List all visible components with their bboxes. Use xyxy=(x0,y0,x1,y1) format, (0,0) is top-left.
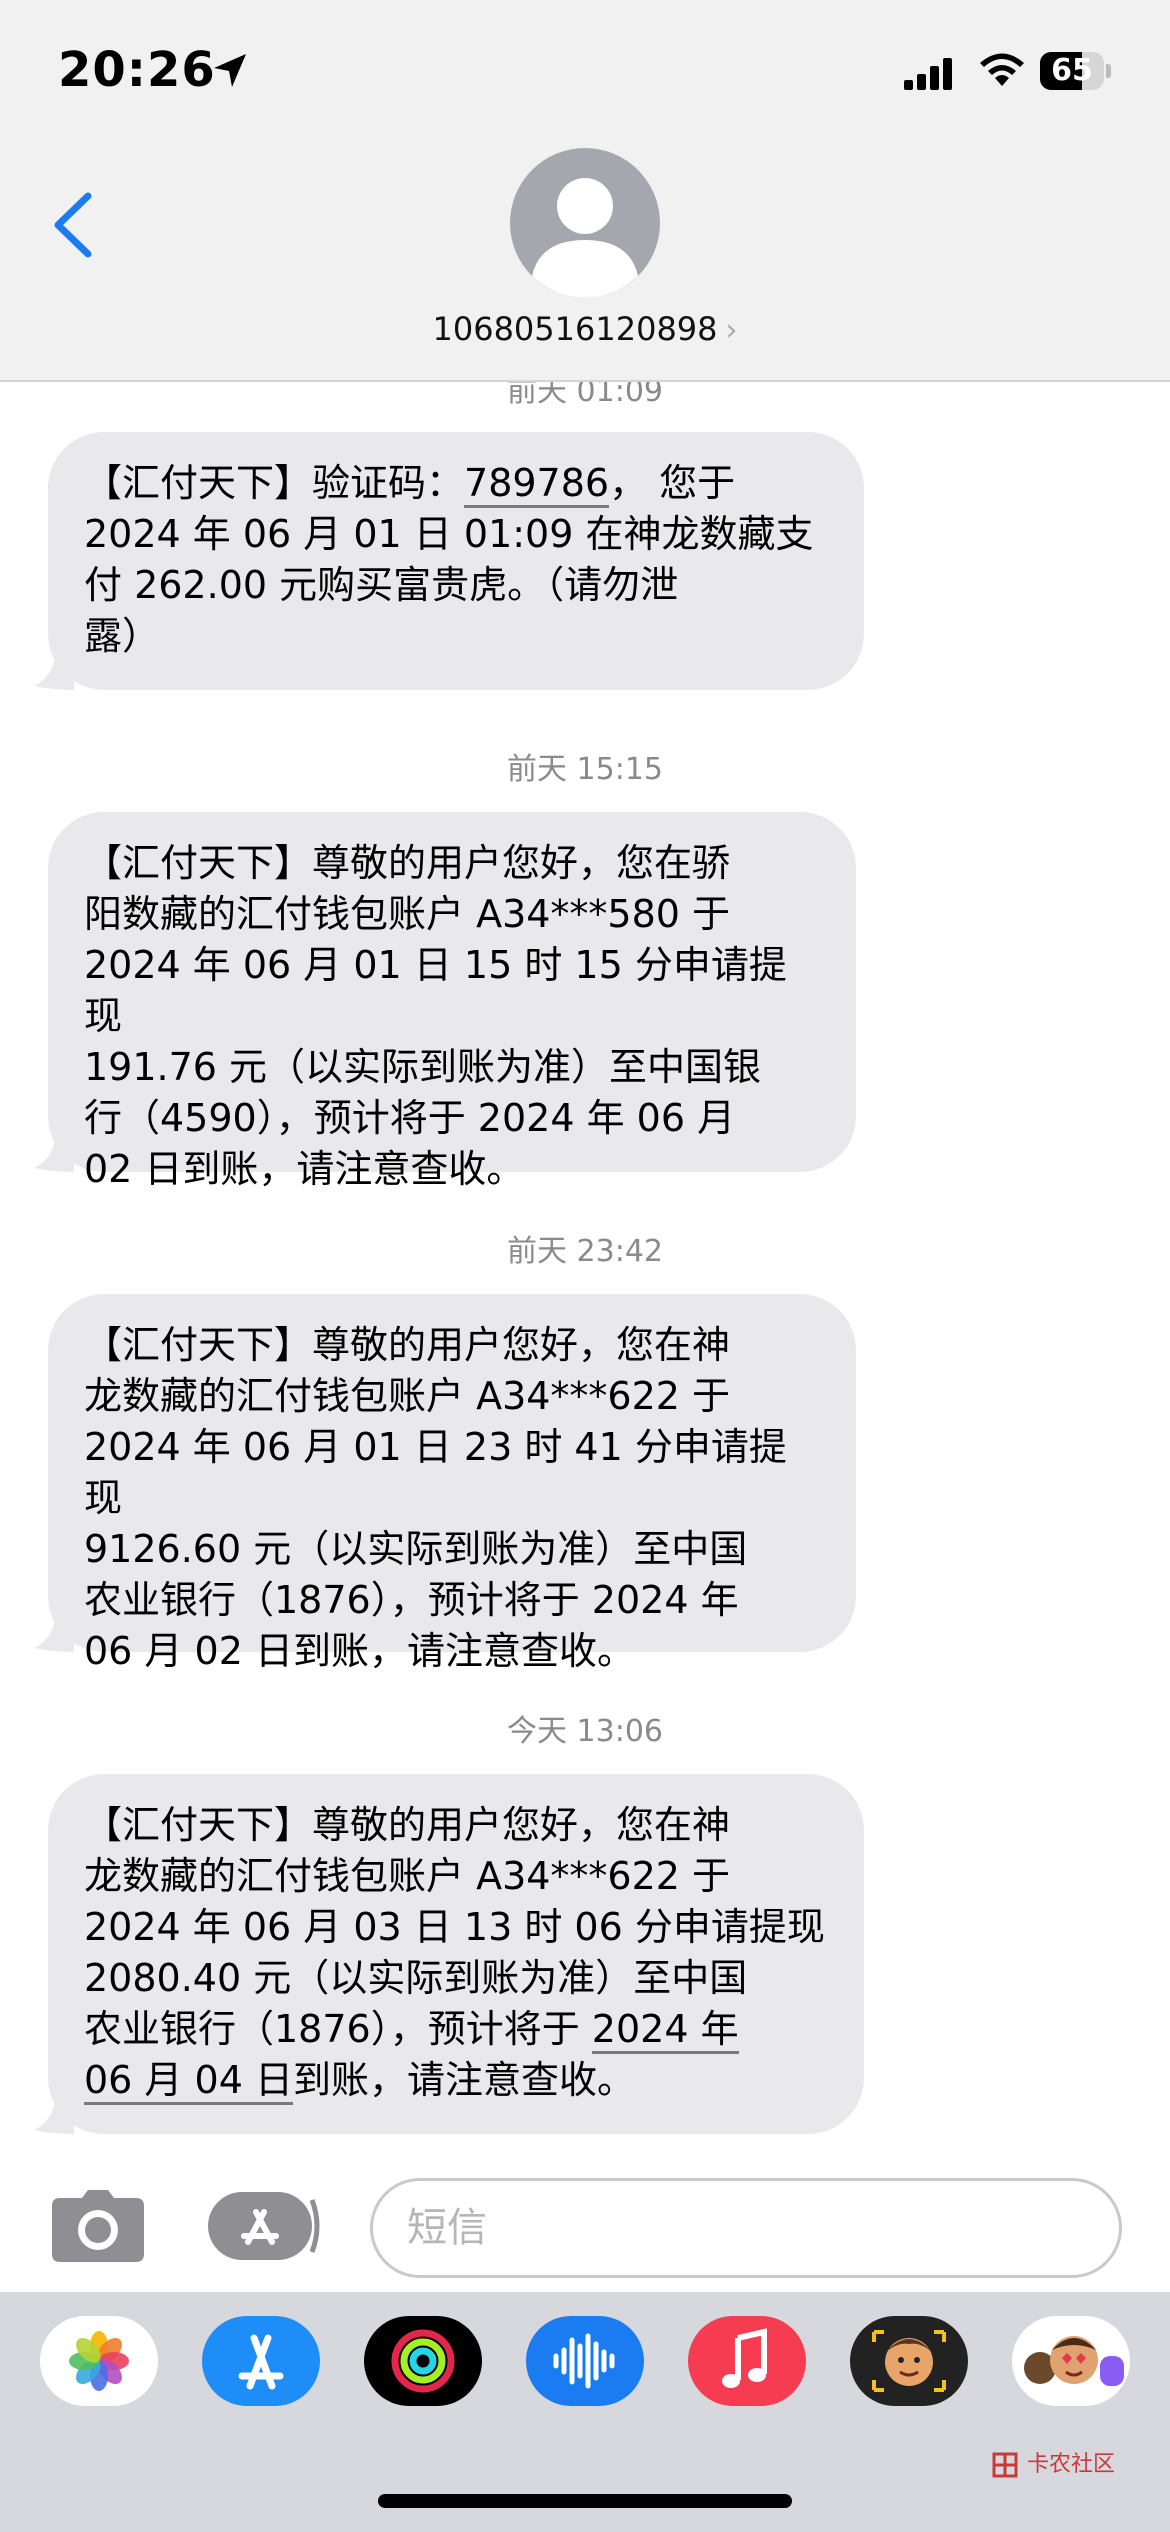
contact-avatar[interactable] xyxy=(510,148,660,298)
photos-icon[interactable] xyxy=(40,2316,158,2406)
message-line: 行（4590），预计将于 2024 年 06 月 xyxy=(84,1096,736,1140)
message-line: 2024 年 06 月 03 日 13 时 06 分申请提现 xyxy=(84,1905,825,1949)
message-line: 付 262.00 元购买富贵虎。（请勿泄 xyxy=(84,563,679,607)
message-line: 191.76 元（以实际到账为准）至中国银 xyxy=(84,1045,762,1089)
contact-name[interactable]: 10680516120898 › xyxy=(0,310,1170,348)
fitness-icon[interactable] xyxy=(364,2316,482,2406)
contact-number[interactable]: 10680516120898 xyxy=(432,310,717,348)
message-input-placeholder: 短信 xyxy=(407,2205,487,2251)
wifi-icon xyxy=(980,53,1024,86)
music-icon[interactable] xyxy=(688,2316,806,2406)
message-line: 2024 年 06 月 01 日 23 时 41 分申请提现 xyxy=(84,1425,787,1520)
message-bubble[interactable]: 【汇付天下】尊敬的用户您好，您在神 龙数藏的汇付钱包账户 A34***622 于… xyxy=(34,1294,856,1673)
message-line: 2024 年 06 月 01 日 01:09 在神龙数藏支 xyxy=(84,512,814,556)
message-line: 农业银行（1876），预计将于 2024 年 xyxy=(84,2004,828,2055)
message-bubble[interactable]: 【汇付天下】尊敬的用户您好，您在神 龙数藏的汇付钱包账户 A34***622 于… xyxy=(34,1774,864,2134)
memoji-stickers-icon[interactable] xyxy=(1012,2316,1130,2406)
bubble-tail xyxy=(34,654,74,690)
message-bubble[interactable]: 【汇付天下】尊敬的用户您好，您在骄 阳数藏的汇付钱包账户 A34***580 于… xyxy=(34,812,856,1191)
watermark: 卡农社区 xyxy=(990,2446,1115,2480)
message-line: 【汇付天下】验证码：789786， 您于 xyxy=(84,458,828,509)
person-silhouette-icon xyxy=(532,178,638,298)
date-link[interactable]: 06 月 04 日 xyxy=(84,2058,293,2105)
home-indicator[interactable] xyxy=(378,2494,792,2508)
verification-code-link[interactable]: 789786 xyxy=(464,461,610,508)
bubble-tail xyxy=(34,1136,74,1172)
message-line: 2080.40 元（以实际到账为准）至中国 xyxy=(84,1956,748,2000)
message-line: 龙数藏的汇付钱包账户 A34***622 于 xyxy=(84,1374,731,1418)
message-line: 9126.60 元（以实际到账为准）至中国 xyxy=(84,1527,748,1571)
message-timestamp: 前天 15:15 xyxy=(507,752,663,787)
audio-icon[interactable] xyxy=(526,2316,644,2406)
message-timestamp: 前天 23:42 xyxy=(507,1234,663,1269)
message-line: 【汇付天下】尊敬的用户您好，您在神 xyxy=(84,1323,731,1367)
message-text: 到账，请注意查收。 xyxy=(292,2058,635,2102)
message-line: 露） xyxy=(84,614,161,658)
message-text: ， 您于 xyxy=(609,461,736,505)
conversation-header: 20:26 65 10680516120898 › xyxy=(0,0,1170,382)
location-arrow-icon xyxy=(214,54,246,87)
message-line: 【汇付天下】尊敬的用户您好，您在神 xyxy=(84,1803,731,1847)
date-link[interactable]: 2024 年 xyxy=(591,2007,739,2054)
cellular-signal-icon xyxy=(904,58,952,90)
message-line: 06 月 04 日到账，请注意查收。 xyxy=(84,2055,828,2106)
battery-icon: 65 xyxy=(1040,52,1111,92)
bubble-tail xyxy=(34,2098,74,2134)
app-store-apps-icon[interactable] xyxy=(208,2190,320,2262)
message-input[interactable]: 短信 xyxy=(370,2178,1122,2278)
app-store-icon[interactable] xyxy=(202,2316,320,2406)
message-line: 02 日到账，请注意查收。 xyxy=(84,1147,525,1191)
watermark-logo-icon xyxy=(992,2452,1018,2478)
message-bubble[interactable]: 【汇付天下】验证码：789786， 您于 2024 年 06 月 01 日 01… xyxy=(34,432,864,690)
message-timestamp: 今天 13:06 xyxy=(507,1714,663,1749)
message-text: 农业银行（1876），预计将于 xyxy=(84,2007,592,2051)
bubble-tail xyxy=(34,1616,74,1652)
watermark-text: 卡农社区 xyxy=(1027,2452,1116,2477)
battery-percent: 65 xyxy=(1051,53,1093,88)
message-text: 【汇付天下】验证码： xyxy=(84,461,465,505)
message-line: 【汇付天下】尊敬的用户您好，您在骄 xyxy=(84,841,731,885)
camera-icon[interactable] xyxy=(52,2190,144,2262)
message-line: 06 月 02 日到账，请注意查收。 xyxy=(84,1629,635,1673)
chevron-right-icon: › xyxy=(725,313,738,348)
message-line: 农业银行（1876），预计将于 2024 年 xyxy=(84,1578,739,1622)
status-time: 20:26 xyxy=(58,42,216,98)
message-line: 阳数藏的汇付钱包账户 A34***580 于 xyxy=(84,892,731,936)
message-line: 2024 年 06 月 01 日 15 时 15 分申请提现 xyxy=(84,943,787,1038)
back-chevron-icon[interactable] xyxy=(48,190,96,260)
message-line: 龙数藏的汇付钱包账户 A34***622 于 xyxy=(84,1854,731,1898)
status-bar: 20:26 65 xyxy=(0,0,1170,140)
memoji-icon[interactable] xyxy=(850,2316,968,2406)
